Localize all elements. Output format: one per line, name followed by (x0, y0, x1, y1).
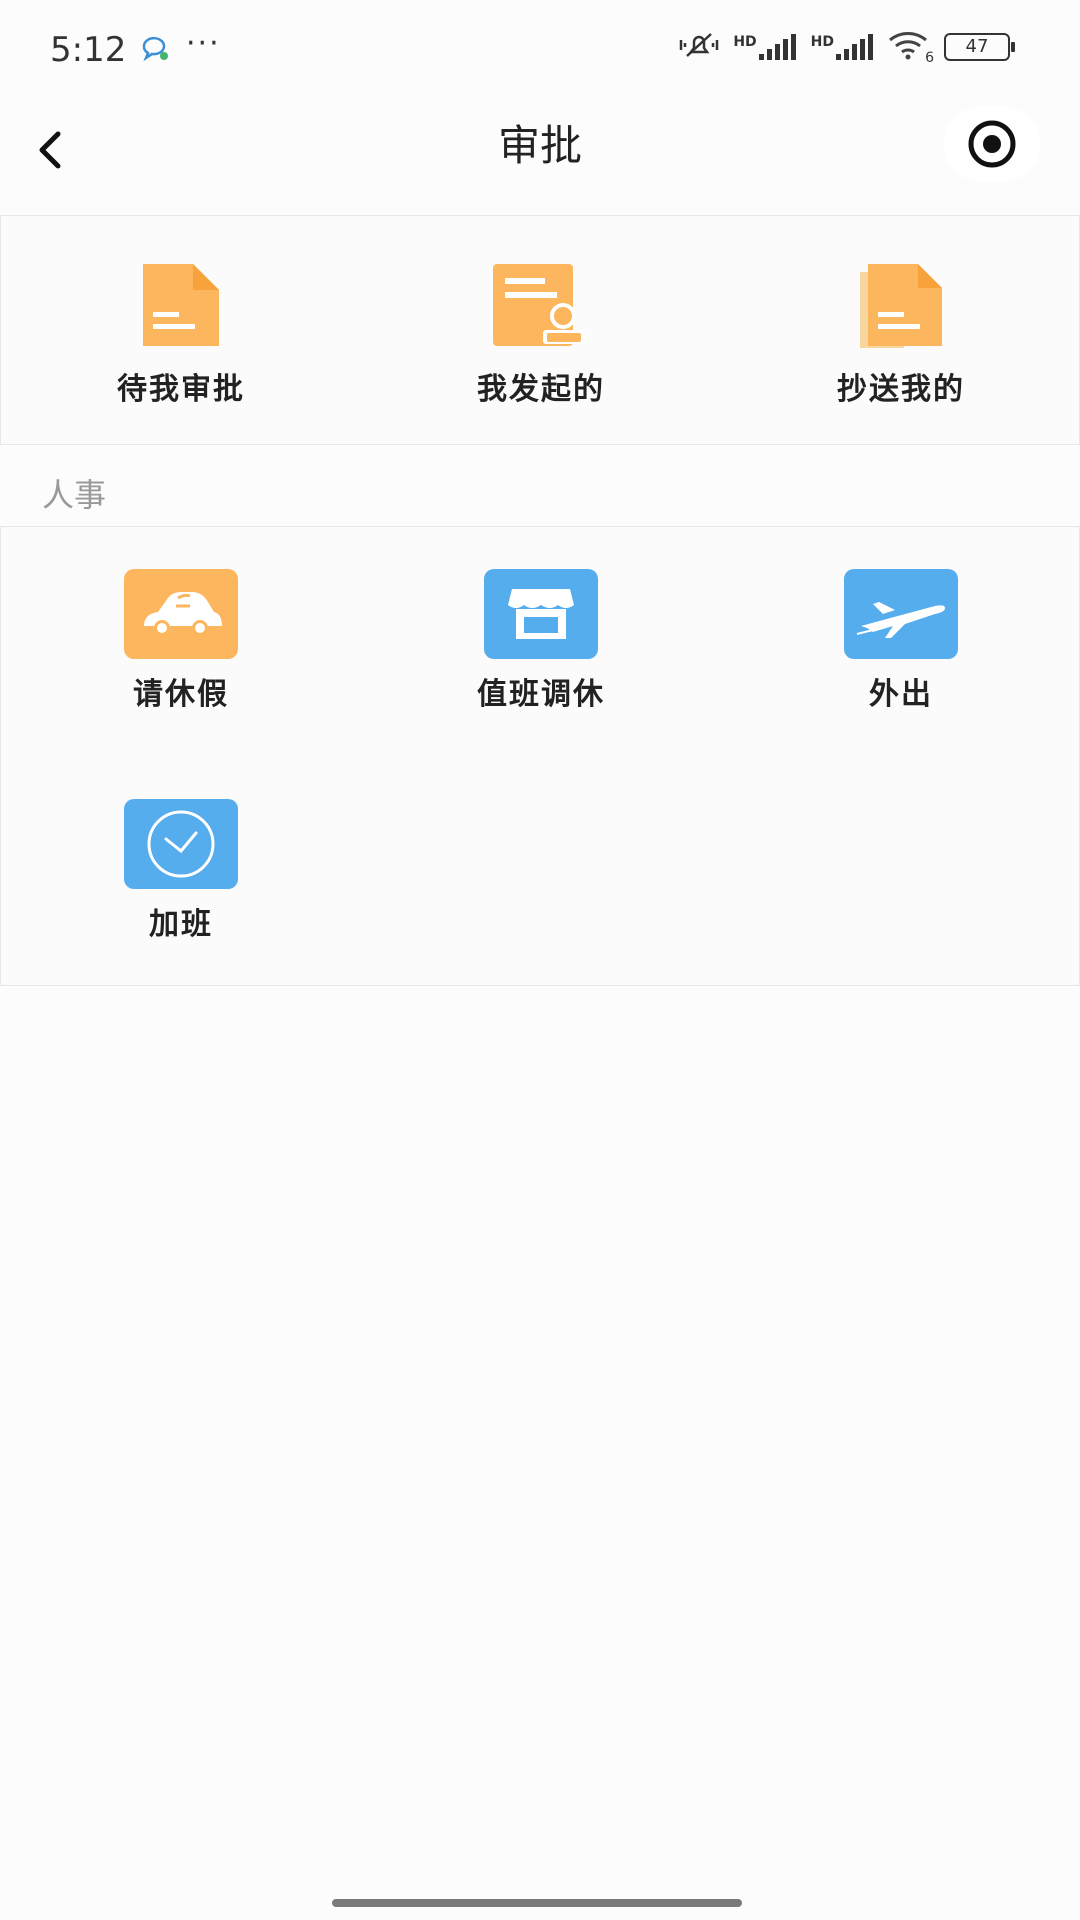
battery-indicator: 47 (944, 33, 1015, 61)
section-title-hr: 人事 (42, 476, 107, 514)
status-indicators: HD HD 6 47 (677, 30, 1015, 66)
wifi-badge: 6 (925, 50, 934, 66)
tile-overtime[interactable]: 加班 (51, 799, 311, 943)
tile-pending-approval[interactable]: 待我审批 (51, 260, 311, 408)
wifi-icon: 6 (888, 30, 934, 66)
tile-label: 请休假 (133, 677, 229, 712)
status-time: 5:12 (50, 30, 127, 70)
document-stamp-icon (411, 260, 671, 354)
mute-icon (677, 30, 721, 64)
page-title: 审批 (497, 121, 582, 170)
tile-duty-shift[interactable]: 值班调休 (411, 569, 671, 713)
signal-1-icon: HD (733, 34, 798, 60)
tile-label: 加班 (149, 907, 213, 942)
clock-icon (124, 799, 238, 889)
tile-label: 我发起的 (477, 372, 605, 407)
hr-panel: 请休假 值班调休 外出 加班 (0, 526, 1080, 986)
tile-label: 抄送我的 (837, 372, 965, 407)
target-icon (968, 120, 1016, 168)
signal-2-icon: HD (811, 34, 876, 60)
airplane-icon (844, 569, 958, 659)
copy-document-icon (771, 260, 1031, 354)
message-icon (140, 36, 170, 66)
nav-header: 审批 (0, 100, 1080, 212)
car-icon (124, 569, 238, 659)
tile-initiated-by-me[interactable]: 我发起的 (411, 260, 671, 408)
record-button[interactable] (944, 106, 1040, 182)
tile-cc-to-me[interactable]: 抄送我的 (771, 260, 1031, 408)
shop-icon (484, 569, 598, 659)
tile-label: 值班调休 (477, 677, 605, 712)
document-icon (51, 260, 311, 354)
status-bar: 5:12 ··· HD HD 6 47 (0, 0, 1080, 100)
tile-going-out[interactable]: 外出 (771, 569, 1031, 713)
tile-leave-request[interactable]: 请休假 (51, 569, 311, 713)
tile-label: 外出 (869, 677, 933, 712)
more-dots-icon: ··· (186, 26, 221, 61)
approval-panel: 待我审批 我发起的 抄送我的 (0, 215, 1080, 445)
home-indicator[interactable] (332, 1899, 742, 1907)
tile-label: 待我审批 (117, 372, 245, 407)
